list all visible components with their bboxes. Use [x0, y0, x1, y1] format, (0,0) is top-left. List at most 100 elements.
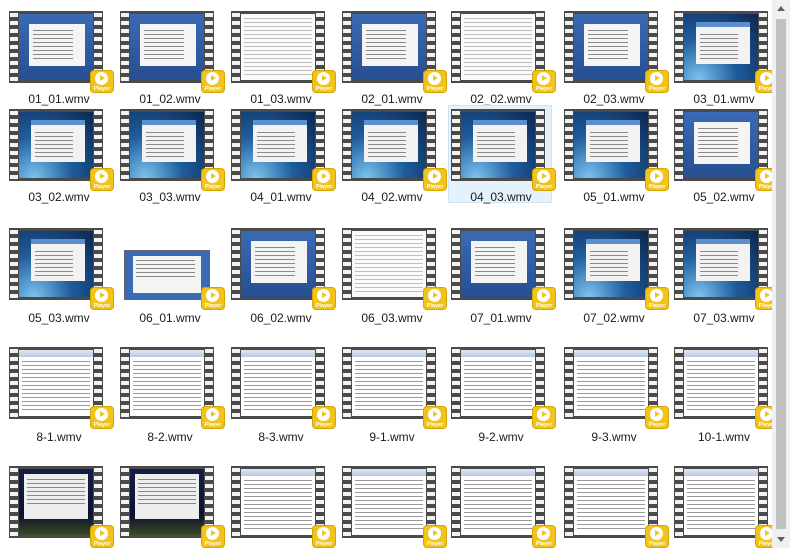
film-strip-frame — [231, 347, 325, 419]
file-item[interactable]: Player 05_01.wmv — [561, 105, 668, 204]
file-item[interactable]: Player 8-1.wmv — [6, 343, 113, 444]
player-badge-label: Player — [93, 422, 111, 428]
player-app-icon: Player — [533, 407, 555, 428]
file-name-label: 01_02.wmv — [139, 92, 201, 106]
film-perforation — [121, 13, 129, 81]
file-item[interactable]: Player 06_03.wmv — [339, 224, 446, 325]
file-item[interactable]: Player — [448, 462, 555, 548]
film-perforation — [565, 111, 573, 179]
player-badge-label: Player — [315, 303, 333, 309]
file-item[interactable]: Player — [117, 462, 224, 548]
player-badge-label: Player — [648, 303, 666, 309]
file-item[interactable]: Player 02_02.wmv — [448, 7, 555, 106]
film-strip-frame — [674, 466, 768, 538]
film-strip-frame — [9, 11, 103, 83]
file-item[interactable]: Player 01_02.wmv — [117, 7, 224, 106]
play-icon — [317, 408, 330, 421]
thumbnail-image — [461, 231, 535, 297]
play-icon — [428, 170, 441, 183]
film-strip-frame — [231, 109, 325, 181]
file-name-label: 03_02.wmv — [28, 190, 90, 204]
file-name-label: 8-1.wmv — [36, 430, 82, 444]
thumbnail-image — [574, 350, 648, 416]
video-thumbnail: Player — [9, 228, 113, 309]
file-item[interactable]: Player 8-3.wmv — [228, 343, 335, 444]
scroll-down-arrow-icon[interactable] — [772, 531, 790, 548]
play-icon — [650, 72, 663, 85]
thumbnail-image — [130, 112, 204, 178]
file-item[interactable]: Player 01_03.wmv — [228, 7, 335, 106]
play-icon — [317, 170, 330, 183]
file-item[interactable]: Player 10-1.wmv — [671, 343, 778, 444]
file-item[interactable]: Player 04_02.wmv — [339, 105, 446, 204]
play-icon — [95, 289, 108, 302]
file-item[interactable]: Player 04_03.wmv — [448, 105, 555, 204]
vertical-scrollbar[interactable] — [772, 0, 790, 548]
film-perforation — [232, 349, 240, 417]
play-icon — [317, 72, 330, 85]
file-item[interactable]: Player 9-3.wmv — [561, 343, 668, 444]
file-name-label: 04_02.wmv — [361, 190, 423, 204]
video-thumbnail: Player — [674, 228, 778, 309]
scrollbar-thumb[interactable] — [776, 19, 786, 529]
player-app-icon: Player — [313, 526, 335, 547]
player-app-icon: Player — [202, 288, 224, 309]
player-badge-label: Player — [93, 541, 111, 547]
file-item[interactable]: Player — [6, 462, 113, 548]
file-item[interactable]: Player 07_01.wmv — [448, 224, 555, 325]
file-item[interactable]: Player 07_02.wmv — [561, 224, 668, 325]
play-icon — [537, 289, 550, 302]
file-item[interactable]: Player — [228, 462, 335, 548]
film-strip-frame — [120, 466, 214, 538]
film-strip-frame — [451, 228, 545, 300]
file-name-label: 8-2.wmv — [147, 430, 193, 444]
file-item[interactable]: Player 8-2.wmv — [117, 343, 224, 444]
file-item[interactable]: Player 9-2.wmv — [448, 343, 555, 444]
file-item[interactable]: Player 05_02.wmv — [671, 105, 778, 204]
video-thumbnail: Player — [342, 11, 446, 92]
film-strip-frame — [342, 109, 436, 181]
film-perforation — [565, 349, 573, 417]
file-item[interactable]: Player 06_02.wmv — [228, 224, 335, 325]
film-perforation — [452, 230, 460, 298]
file-name-label: 03_01.wmv — [693, 92, 755, 106]
video-thumbnail: Player — [9, 466, 113, 547]
player-badge-label: Player — [535, 541, 553, 547]
file-item[interactable]: Player — [561, 462, 668, 548]
film-perforation — [121, 111, 129, 179]
thumbnail-image — [241, 231, 315, 297]
file-item[interactable]: Player 06_01.wmv — [117, 224, 224, 325]
file-item[interactable]: Player 02_03.wmv — [561, 7, 668, 106]
film-perforation — [675, 230, 683, 298]
film-perforation — [343, 349, 351, 417]
thumbnail-image — [352, 469, 426, 535]
file-name-label: 9-1.wmv — [369, 430, 415, 444]
file-item[interactable]: Player 03_02.wmv — [6, 105, 113, 204]
film-strip-frame — [342, 11, 436, 83]
scroll-up-arrow-icon[interactable] — [772, 0, 790, 17]
file-item[interactable]: Player 9-1.wmv — [339, 343, 446, 444]
film-perforation — [10, 111, 18, 179]
film-perforation — [343, 111, 351, 179]
file-item[interactable]: Player 02_01.wmv — [339, 7, 446, 106]
film-strip-frame — [451, 11, 545, 83]
file-item[interactable]: Player 05_03.wmv — [6, 224, 113, 325]
video-thumbnail: Player — [564, 466, 668, 547]
player-app-icon: Player — [646, 526, 668, 547]
play-icon — [317, 527, 330, 540]
file-item[interactable]: Player 01_01.wmv — [6, 7, 113, 106]
player-app-icon: Player — [313, 288, 335, 309]
file-item[interactable]: Player — [339, 462, 446, 548]
film-strip-frame — [9, 347, 103, 419]
file-item[interactable]: Player 04_01.wmv — [228, 105, 335, 204]
player-app-icon: Player — [202, 169, 224, 190]
video-thumbnail: Player — [231, 228, 335, 309]
file-item[interactable]: Player 03_01.wmv — [671, 7, 778, 106]
film-strip-frame — [120, 347, 214, 419]
play-icon — [537, 170, 550, 183]
video-thumbnail: Player — [342, 466, 446, 547]
file-item[interactable]: Player 07_03.wmv — [671, 224, 778, 325]
player-app-icon: Player — [313, 71, 335, 92]
file-item[interactable]: Player — [671, 462, 778, 548]
file-item[interactable]: Player 03_03.wmv — [117, 105, 224, 204]
